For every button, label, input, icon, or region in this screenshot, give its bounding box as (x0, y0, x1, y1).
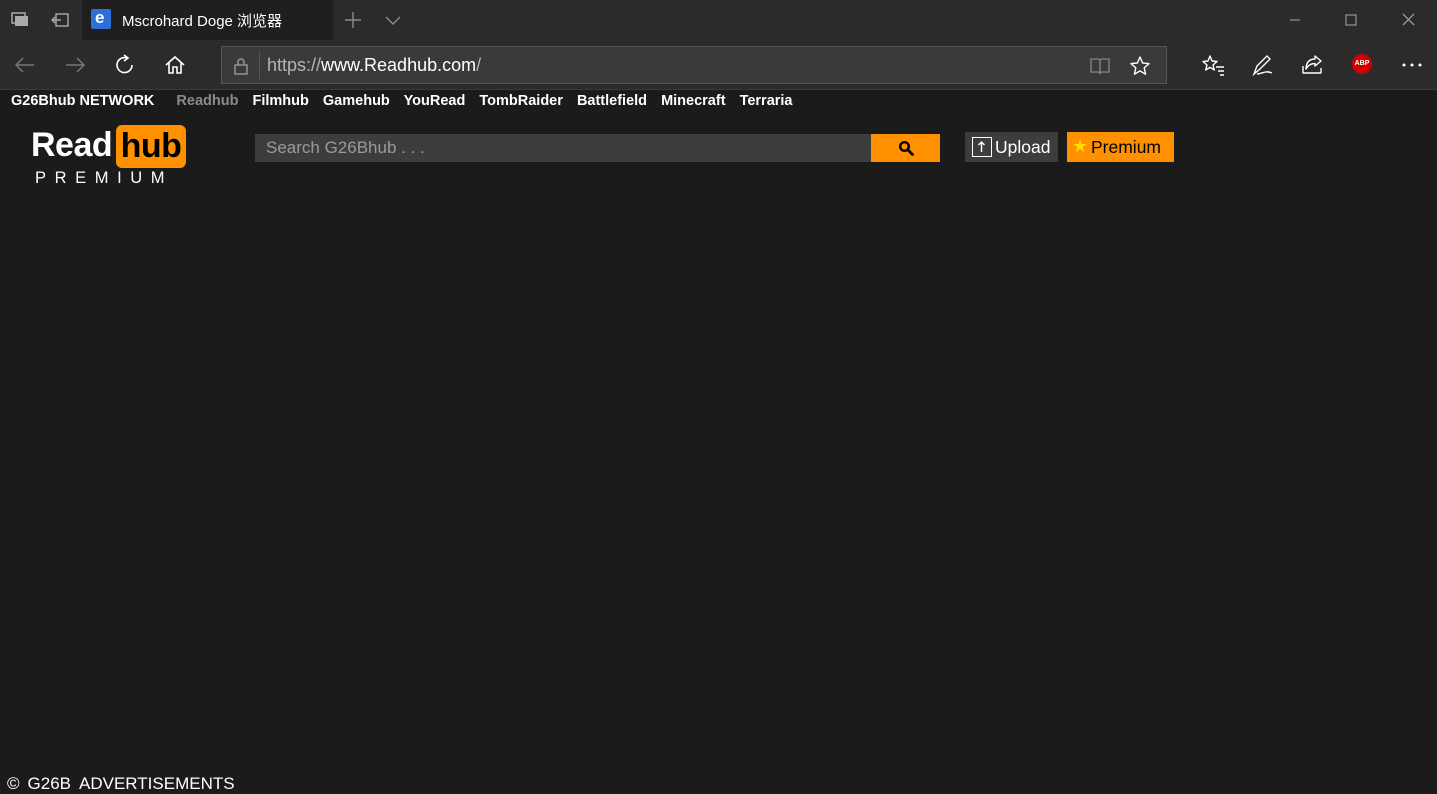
upload-label: Upload (995, 137, 1051, 157)
pen-icon[interactable] (1250, 52, 1276, 78)
back-arrow-icon[interactable] (12, 52, 38, 78)
premium-label: Premium (1091, 137, 1162, 157)
tab-preview-chevron-icon[interactable] (383, 10, 403, 30)
address-bar[interactable]: https://www.Readhub.com/ (221, 46, 1167, 84)
forward-arrow-icon[interactable] (62, 52, 88, 78)
network-link-gamehub[interactable]: Gamehub (323, 93, 390, 109)
refresh-icon[interactable] (112, 52, 138, 78)
tab-manager-icon[interactable] (10, 10, 30, 30)
network-link-readhub[interactable]: Readhub (176, 93, 238, 109)
address-divider (259, 51, 260, 79)
adblock-plus-icon[interactable]: ABP (1352, 54, 1372, 74)
share-icon[interactable] (1299, 52, 1325, 78)
edge-logo-icon: e (91, 8, 111, 29)
url-text[interactable]: https://www.Readhub.com/ (267, 55, 481, 76)
maximize-button[interactable] (1322, 0, 1380, 40)
favorite-star-icon[interactable] (1129, 55, 1151, 77)
search-icon (898, 140, 914, 156)
copyright-symbol: © (7, 774, 20, 793)
footer-company: G26B (27, 774, 72, 793)
upload-button[interactable]: Upload (965, 132, 1058, 162)
site-network-bar: G26Bhub NETWORK Readhub Filmhub Gamehub … (11, 93, 803, 111)
footer: © G26B ADVERTISEMENTS (7, 774, 243, 794)
network-link-youread[interactable]: YouRead (404, 93, 466, 109)
lock-icon[interactable] (233, 57, 249, 75)
set-aside-tabs-icon[interactable] (50, 10, 70, 30)
premium-button[interactable]: ★ Premium (1067, 132, 1174, 162)
logo-text-hub: hub (116, 125, 186, 168)
minimize-button[interactable] (1266, 0, 1324, 40)
star-icon: ★ (1072, 136, 1089, 156)
reading-view-icon[interactable] (1089, 55, 1111, 77)
new-tab-icon[interactable] (343, 10, 363, 30)
network-link-minecraft[interactable]: Minecraft (661, 93, 725, 109)
upload-icon (972, 137, 992, 157)
site-logo[interactable]: Read hub PREMIUM (31, 124, 191, 188)
tab-active[interactable]: e Mscrohard Doge 浏览器 (82, 0, 333, 40)
network-link-battlefield[interactable]: Battlefield (577, 93, 647, 109)
logo-text-read: Read (31, 126, 113, 164)
network-link-terraria[interactable]: Terraria (740, 93, 793, 109)
more-options-icon[interactable] (1399, 52, 1425, 78)
logo-subtitle: PREMIUM (35, 169, 174, 187)
search-input[interactable] (255, 134, 871, 162)
close-button[interactable] (1379, 0, 1437, 40)
network-brand[interactable]: G26Bhub NETWORK (11, 93, 154, 109)
network-link-filmhub[interactable]: Filmhub (252, 93, 308, 109)
network-link-tombraider[interactable]: TombRaider (479, 93, 563, 109)
search-button[interactable] (871, 134, 940, 162)
tab-title: Mscrohard Doge 浏览器 (122, 13, 283, 30)
favorites-hub-icon[interactable] (1200, 52, 1226, 78)
title-bar: e Mscrohard Doge 浏览器 (0, 0, 1437, 40)
footer-advertisements-link[interactable]: ADVERTISEMENTS (79, 774, 235, 793)
home-icon[interactable] (162, 52, 188, 78)
navigation-bar: https://www.Readhub.com/ ABP (0, 40, 1437, 90)
